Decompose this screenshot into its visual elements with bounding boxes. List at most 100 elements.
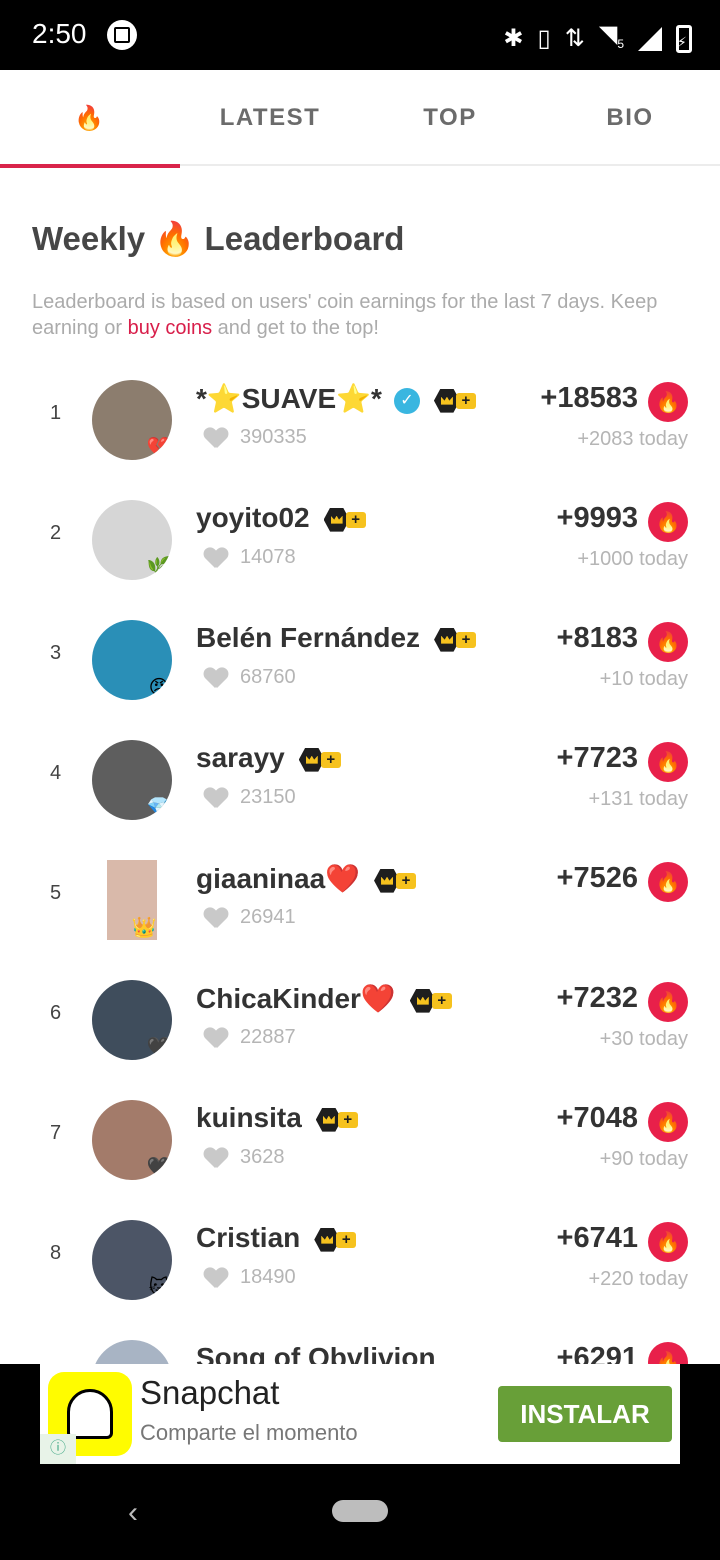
fire-coin-icon: 🔥 xyxy=(648,382,688,422)
battery-icon xyxy=(676,25,692,57)
vip-crown-badge-icon: + xyxy=(374,868,418,893)
buy-coins-link[interactable]: buy coins xyxy=(128,317,213,339)
likes-value: 22887 xyxy=(240,1026,296,1048)
weekly-score: +6741 xyxy=(556,1222,638,1254)
fire-coin-icon: 🔥 xyxy=(648,622,688,662)
status-bar: 2:50 ✱ ▯ ⇅ ◥5 xyxy=(0,0,720,70)
likes-value: 23150 xyxy=(240,786,296,808)
avatar[interactable]: 👑 xyxy=(107,860,157,940)
today-score: +2083 today xyxy=(577,428,688,450)
ad-choices-icon[interactable]: ⓘ xyxy=(40,1434,76,1464)
vip-crown-badge-icon: + xyxy=(434,627,478,652)
avatar[interactable]: 😡 xyxy=(92,620,172,700)
likes-count: 18490 xyxy=(204,1266,296,1289)
home-pill-icon[interactable] xyxy=(332,1500,388,1522)
leaderboard-row[interactable]: 4 💎 sarayy + 23150 +7723 🔥 +131 today xyxy=(0,720,720,840)
heart-icon xyxy=(204,428,228,448)
weekly-score: +7048 xyxy=(556,1102,638,1134)
leaderboard-row[interactable]: 5 👑 giaaninaa❤️ + 26941 +7526 🔥 xyxy=(0,840,720,960)
rank-number: 3 xyxy=(50,642,62,664)
likes-count: 26941 xyxy=(204,906,296,929)
avatar[interactable]: 💔 xyxy=(92,380,172,460)
avatar[interactable]: 🖤 xyxy=(92,1100,172,1180)
leaderboard-row[interactable]: 7 🖤 kuinsita + 3628 +7048 🔥 +90 today xyxy=(0,1080,720,1200)
likes-value: 26941 xyxy=(240,906,296,928)
avatar[interactable]: 🌿 xyxy=(92,500,172,580)
fire-coin-icon: 🔥 xyxy=(648,1342,688,1364)
wifi-icon: ◥5 xyxy=(598,21,624,51)
rank-number: 8 xyxy=(50,1242,62,1264)
fire-coin-icon: 🔥 xyxy=(648,982,688,1022)
avatar[interactable]: 🐱 xyxy=(92,1220,172,1300)
leaderboard-row[interactable]: 9 Song of Obvlivion +6291 🔥 xyxy=(0,1320,720,1364)
user-name-text: *⭐SUAVE⭐* xyxy=(196,383,382,414)
vip-crown-badge-icon: + xyxy=(315,1107,360,1132)
rank-number: 7 xyxy=(50,1122,62,1144)
user-name-text: ChicaKinder❤️ xyxy=(196,983,396,1014)
weekly-score: +7723 xyxy=(556,742,638,774)
cell-signal-icon xyxy=(638,27,662,52)
user-name-text: Belén Fernández xyxy=(196,622,421,653)
avatar-emoji-badge: 🖤 xyxy=(146,1036,172,1059)
weekly-score: +18583 xyxy=(540,382,638,414)
user-name: sarayy + xyxy=(196,742,343,774)
heart-icon xyxy=(204,908,228,928)
rank-number: 5 xyxy=(50,882,62,904)
user-name: giaaninaa❤️ + xyxy=(196,862,418,895)
tab-bio[interactable]: BIO xyxy=(540,70,720,166)
avatar-emoji-badge: 💔 xyxy=(146,436,172,459)
likes-count: 3628 xyxy=(204,1146,285,1169)
leaderboard-description: Leaderboard is based on users' coin earn… xyxy=(32,289,692,341)
avatar[interactable]: 🖤 xyxy=(92,980,172,1060)
user-name: yoyito02 + xyxy=(196,502,368,534)
rank-number: 2 xyxy=(50,522,62,544)
bluetooth-icon: ✱ xyxy=(503,25,524,53)
avatar[interactable] xyxy=(92,1340,172,1364)
today-score: +131 today xyxy=(588,788,688,810)
weekly-score: +9993 xyxy=(556,502,638,534)
vip-crown-badge-icon: + xyxy=(409,988,454,1013)
heart-icon xyxy=(204,1028,228,1048)
likes-count: 22887 xyxy=(204,1026,296,1049)
leaderboard-row[interactable]: 8 🐱 Cristian + 18490 +6741 🔥 +220 today xyxy=(0,1200,720,1320)
user-name-text: yoyito02 xyxy=(196,502,310,533)
user-name-text: sarayy xyxy=(196,742,285,773)
avatar-emoji-badge: 👑 xyxy=(131,916,157,939)
user-name: kuinsita + xyxy=(196,1102,360,1134)
leaderboard-title: Weekly 🔥 Leaderboard xyxy=(32,220,405,257)
description-text-end: and get to the top! xyxy=(212,317,379,339)
leaderboard-row[interactable]: 3 😡 Belén Fernández + 68760 +8183 🔥 +10 t… xyxy=(0,600,720,720)
ad-banner[interactable]: Snapchat Comparte el momento INSTALAR ⓘ xyxy=(40,1364,680,1464)
network-label: 5 xyxy=(617,36,624,51)
leaderboard-row[interactable]: 2 🌿 yoyito02 + 14078 +9993 🔥 +1000 today xyxy=(0,480,720,600)
tab-latest[interactable]: LATEST xyxy=(180,70,360,166)
today-score: +220 today xyxy=(588,1268,688,1290)
likes-count: 390335 xyxy=(204,426,307,449)
likes-count: 14078 xyxy=(204,546,296,569)
fire-coin-icon: 🔥 xyxy=(648,1102,688,1142)
avatar[interactable]: 💎 xyxy=(92,740,172,820)
fire-coin-icon: 🔥 xyxy=(648,502,688,542)
navigation-bar: ‹ xyxy=(0,1464,720,1560)
avatar-emoji-badge: 💎 xyxy=(146,796,172,819)
vibrate-icon: ▯ xyxy=(537,25,551,53)
tab-top[interactable]: TOP xyxy=(360,70,540,166)
fire-tab-icon: 🔥 xyxy=(74,104,106,132)
install-button[interactable]: INSTALAR xyxy=(498,1386,672,1442)
heart-icon xyxy=(204,1268,228,1288)
today-score: +30 today xyxy=(599,1028,688,1050)
avatar-emoji-badge: 🐱 xyxy=(148,1276,170,1299)
leaderboard-row[interactable]: 6 🖤 ChicaKinder❤️ + 22887 +7232 🔥 +30 tod… xyxy=(0,960,720,1080)
back-icon[interactable]: ‹ xyxy=(128,1496,138,1530)
today-score: +1000 today xyxy=(577,548,688,570)
today-score: +10 today xyxy=(599,668,688,690)
user-name: Cristian + xyxy=(196,1222,358,1254)
tab-hot[interactable]: 🔥 xyxy=(0,70,180,168)
heart-icon xyxy=(204,788,228,808)
heart-icon xyxy=(204,1148,228,1168)
leaderboard-row[interactable]: 1 💔 *⭐SUAVE⭐* ✓ + 390335 +18583 🔥 +2083 to… xyxy=(0,360,720,480)
data-arrows-icon: ⇅ xyxy=(564,25,585,53)
weekly-score: +6291 xyxy=(556,1342,638,1364)
likes-value: 3628 xyxy=(240,1146,285,1168)
weekly-score: +7232 xyxy=(556,982,638,1014)
